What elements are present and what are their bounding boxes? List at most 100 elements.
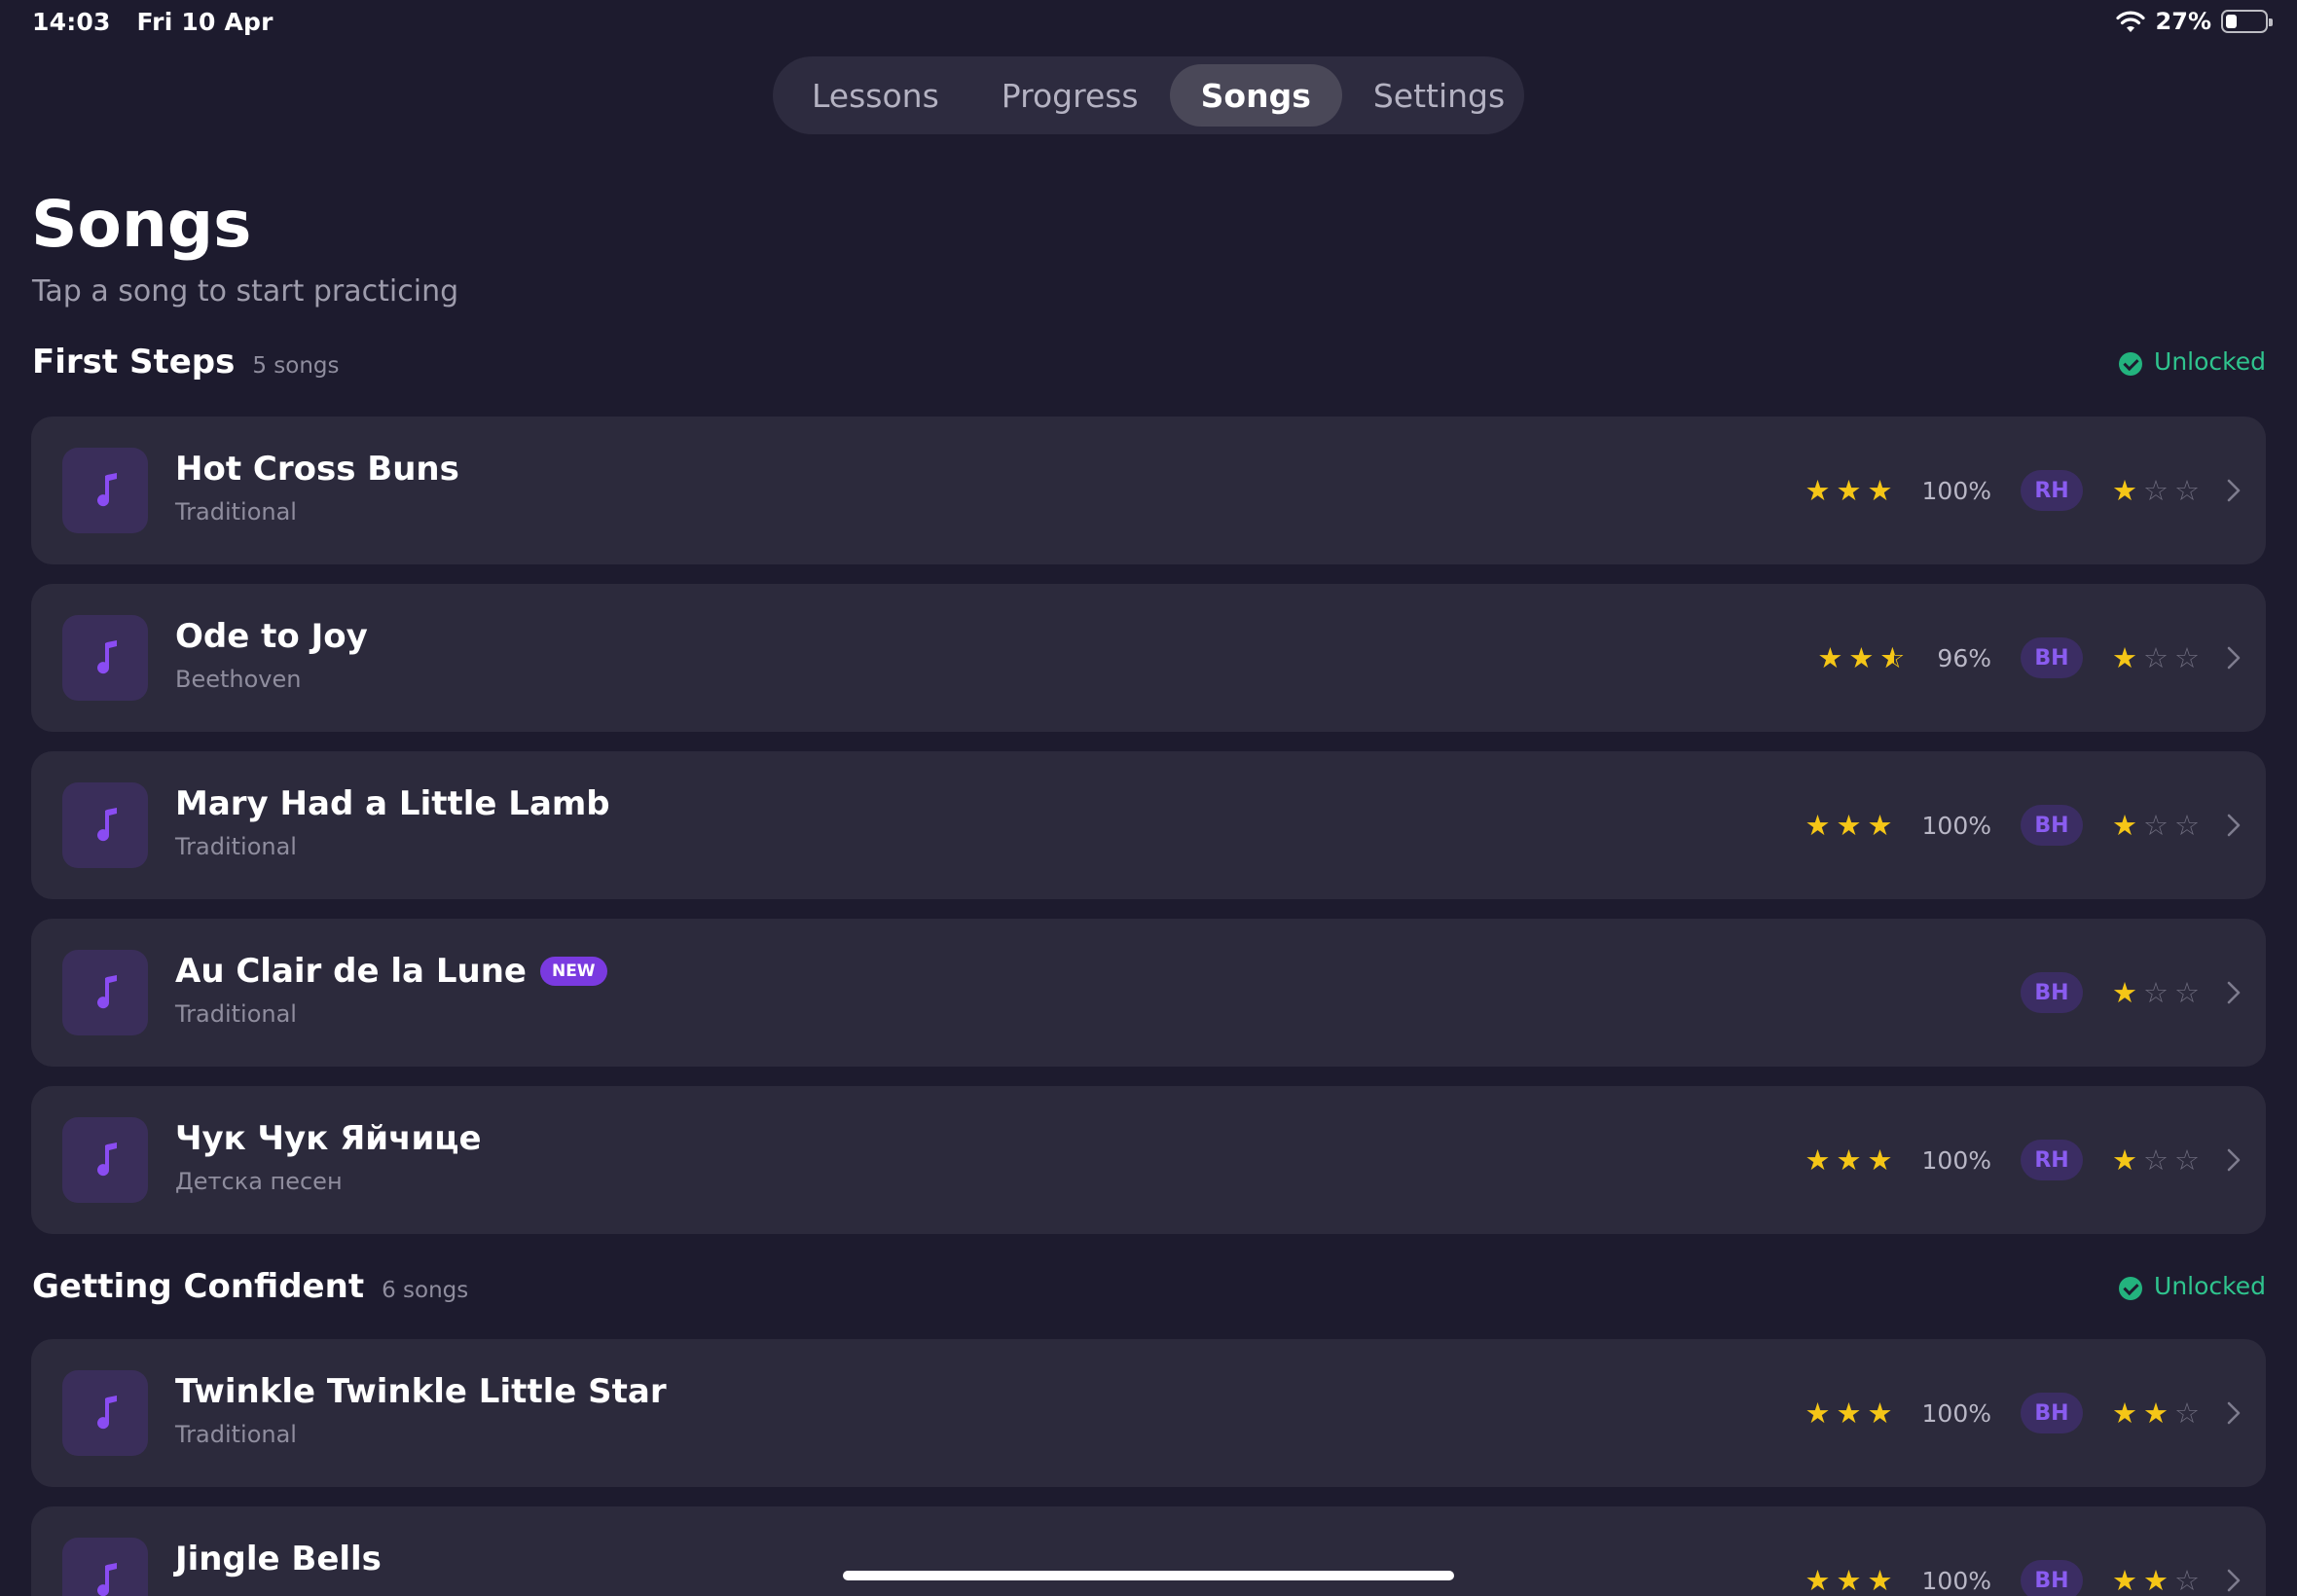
star-empty-icon: ☆ — [2174, 1143, 2200, 1177]
star-empty-icon: ☆ — [2174, 1564, 2200, 1596]
star-empty-icon: ☆ — [2174, 641, 2200, 674]
star-filled-icon: ★ — [1805, 1564, 1831, 1596]
song-row[interactable]: Ode to Joy Beethoven ★ ★ ★ ☆ 96% BH ★ ☆ ☆ — [31, 584, 2266, 732]
song-list-first-steps: Hot Cross Buns Traditional ★ ★ ★ 100% RH ★ ☆ ☆ Ode… — [31, 417, 2266, 1253]
star-empty-icon: ☆ — [2174, 976, 2200, 1009]
main-tab-bar: Lessons Progress Songs Settings — [773, 56, 1524, 134]
song-title: Mary Had a Little Lamb — [175, 784, 610, 823]
music-note-icon — [62, 1370, 148, 1456]
music-note-icon — [62, 950, 148, 1035]
song-meta: ★ ★ ★ 100% RH ★ ☆ ☆ — [1805, 461, 2241, 520]
difficulty-rating: ★ ★ ☆ — [2112, 1396, 2200, 1430]
star-filled-icon: ★ — [1848, 641, 1875, 674]
star-filled-icon: ★ — [1805, 474, 1831, 507]
song-meta: ★ ★ ★ 100% BH ★ ★ ☆ — [1805, 1551, 2241, 1596]
song-title: Чук Чук Яйчице — [175, 1119, 482, 1158]
music-note-icon — [62, 448, 148, 533]
star-empty-icon: ☆ — [2174, 1396, 2200, 1430]
star-filled-icon: ★ — [1836, 1143, 1862, 1177]
section-count: 6 songs — [382, 1278, 469, 1303]
music-note-icon — [62, 615, 148, 701]
difficulty-rating: ★ ☆ ☆ — [2112, 976, 2200, 1009]
song-title: Hot Cross Buns — [175, 450, 459, 489]
status-indicators: 27% — [2115, 8, 2273, 35]
chevron-right-icon — [2227, 1401, 2241, 1425]
chevron-right-icon — [2227, 1148, 2241, 1172]
music-note-icon — [62, 1538, 148, 1596]
chevron-right-icon — [2227, 981, 2241, 1004]
star-empty-icon: ☆ — [2143, 809, 2169, 842]
song-artist: Beethoven — [175, 666, 302, 693]
new-badge: NEW — [539, 957, 607, 986]
page-title: Songs — [31, 187, 252, 262]
song-title: Ode to Joy — [175, 617, 368, 656]
song-artist: Детска песен — [175, 1168, 343, 1195]
song-list-getting-confident: Twinkle Twinkle Little Star Traditional ★ ★… — [31, 1339, 2266, 1596]
star-filled-icon: ★ — [1836, 1564, 1862, 1596]
song-row[interactable]: Twinkle Twinkle Little Star Traditional ★ ★… — [31, 1339, 2266, 1487]
score-stars: ★ ★ ★ ☆ — [1817, 641, 1908, 674]
star-filled-icon: ★ — [1867, 474, 1893, 507]
song-title-row: Mary Had a Little Lamb — [175, 784, 610, 823]
section-header-getting-confident: Getting Confident 6 songs Unlocked — [32, 1267, 2266, 1310]
star-filled-icon: ★ — [1867, 1143, 1893, 1177]
hand-badge: BH — [2021, 972, 2083, 1013]
hand-badge: BH — [2021, 1560, 2083, 1596]
song-artist: Traditional — [175, 498, 297, 526]
section-header-first-steps: First Steps 5 songs Unlocked — [32, 343, 2266, 385]
music-note-icon — [62, 782, 148, 868]
music-note-icon — [62, 1117, 148, 1203]
section-status: Unlocked — [2119, 1272, 2266, 1300]
section-title: First Steps — [32, 343, 236, 381]
difficulty-rating: ★ ☆ ☆ — [2112, 474, 2200, 507]
tab-progress[interactable]: Progress — [970, 64, 1170, 127]
star-empty-icon: ☆ — [2174, 809, 2200, 842]
chevron-right-icon — [2227, 814, 2241, 837]
hand-badge: RH — [2021, 1140, 2083, 1180]
star-filled-icon: ★ — [2112, 641, 2137, 674]
difficulty-rating: ★ ☆ ☆ — [2112, 1143, 2200, 1177]
song-row[interactable]: Jingle Bells ★ ★ ★ 100% BH ★ ★ ☆ — [31, 1506, 2266, 1596]
status-date: Fri 10 Apr — [136, 8, 273, 36]
song-artist: Traditional — [175, 833, 297, 860]
score-percent: 100% — [1921, 1398, 1991, 1428]
section-count: 5 songs — [252, 353, 340, 379]
check-circle-icon — [2119, 352, 2143, 376]
star-filled-icon: ★ — [1836, 474, 1862, 507]
wifi-icon — [2115, 11, 2145, 32]
song-row[interactable]: Чук Чук Яйчице Детска песен ★ ★ ★ 100% RH ★ ☆ ☆ — [31, 1086, 2266, 1234]
song-row[interactable]: Au Clair de la Lune NEW Traditional BH ★ ☆ ☆ — [31, 919, 2266, 1067]
star-empty-icon: ☆ — [2143, 641, 2169, 674]
star-empty-icon: ☆ — [2174, 474, 2200, 507]
star-empty-icon: ☆ — [2143, 474, 2169, 507]
page-subtitle: Tap a song to start practicing — [32, 274, 459, 308]
home-indicator[interactable] — [843, 1571, 1454, 1580]
song-row[interactable]: Mary Had a Little Lamb Traditional ★ ★ ★ 100%… — [31, 751, 2266, 899]
hand-badge: BH — [2021, 637, 2083, 678]
battery-level — [2226, 15, 2237, 28]
hand-badge: RH — [2021, 470, 2083, 511]
song-row[interactable]: Hot Cross Buns Traditional ★ ★ ★ 100% RH ★ ☆ ☆ — [31, 417, 2266, 564]
star-filled-icon: ★ — [2112, 809, 2137, 842]
score-percent: 100% — [1921, 811, 1991, 840]
star-half-icon: ★ ☆ — [1879, 641, 1906, 674]
score-stars: ★ ★ ★ — [1805, 1143, 1893, 1177]
status-bar: 14:03 Fri 10 Apr 27% — [0, 0, 2297, 47]
hand-badge: BH — [2021, 805, 2083, 846]
tab-lessons[interactable]: Lessons — [781, 64, 970, 127]
song-meta: BH ★ ☆ ☆ — [1991, 963, 2241, 1022]
tab-settings[interactable]: Settings — [1342, 64, 1536, 127]
song-title: Au Clair de la Lune — [175, 952, 527, 991]
score-percent: 96% — [1937, 643, 1991, 672]
star-empty-icon: ☆ — [2143, 976, 2169, 1009]
star-filled-icon: ★ — [2112, 1143, 2137, 1177]
star-filled-icon: ★ — [2112, 1564, 2137, 1596]
score-stars: ★ ★ ★ — [1805, 1564, 1893, 1596]
section-status: Unlocked — [2119, 347, 2266, 376]
tab-songs[interactable]: Songs — [1169, 64, 1342, 127]
section-status-label: Unlocked — [2154, 1271, 2266, 1300]
star-filled-icon: ★ — [2143, 1564, 2169, 1596]
song-meta: ★ ★ ★ ☆ 96% BH ★ ☆ ☆ — [1817, 629, 2241, 687]
section-title: Getting Confident — [32, 1267, 365, 1306]
battery-icon — [2221, 10, 2273, 33]
